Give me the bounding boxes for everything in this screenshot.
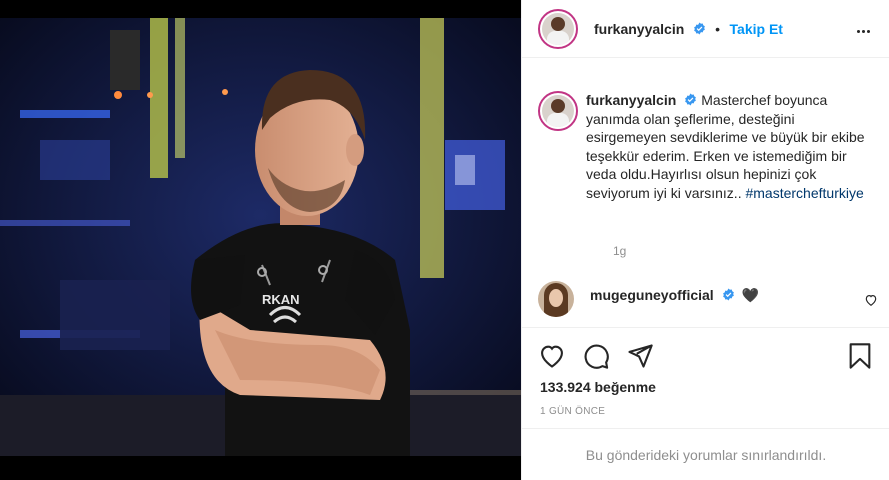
commenter-verified-badge-icon (722, 288, 734, 301)
post-image: RKAN (0, 0, 521, 480)
comment-like-icon[interactable] (864, 293, 878, 307)
more-options-icon[interactable] (856, 20, 876, 36)
commenter-username[interactable]: mugeguneyofficial (590, 287, 714, 303)
verified-badge-icon (693, 22, 705, 35)
comments-restricted-notice: Bu gönderideki yorumlar sınırlandırıldı. (522, 428, 889, 480)
hashtag-link[interactable]: #masterchefturkiye (745, 185, 863, 201)
caption-text: furkanyyalcin Masterchef boyunca yanımda… (586, 91, 876, 203)
caption-username[interactable]: furkanyyalcin (586, 92, 676, 108)
heart-icon[interactable] (538, 342, 566, 370)
comment-icon[interactable] (582, 342, 610, 370)
caption-verified-badge-icon (685, 93, 697, 106)
follow-button[interactable]: Takip Et (730, 21, 783, 37)
caption-time: 1g (613, 244, 627, 258)
post-header: furkanyyalcin • Takip Et (522, 0, 889, 58)
likes-count[interactable]: 133.924 beğenme (540, 379, 656, 395)
share-icon[interactable] (626, 342, 654, 370)
author-username[interactable]: furkanyyalcin (594, 21, 684, 37)
shirt-name-text: RKAN (262, 292, 300, 307)
comment-item: mugeguneyofficial 🖤 (538, 281, 878, 321)
post-detail-panel: furkanyyalcin • Takip Et furkanyyalcin M… (521, 0, 889, 480)
caption-author-avatar[interactable] (538, 91, 578, 131)
post-actions: 133.924 beğenme 1 GÜN ÖNCE (522, 327, 889, 427)
post-date[interactable]: 1 GÜN ÖNCE (540, 406, 605, 417)
comment-emoji: 🖤 (741, 287, 759, 303)
post-photo[interactable]: RKAN (0, 0, 521, 480)
author-avatar[interactable] (538, 9, 578, 49)
separator-dot: • (715, 21, 721, 37)
bookmark-icon[interactable] (846, 342, 874, 370)
comments-section[interactable]: furkanyyalcin Masterchef boyunca yanımda… (522, 59, 889, 327)
commenter-avatar[interactable] (538, 281, 574, 317)
